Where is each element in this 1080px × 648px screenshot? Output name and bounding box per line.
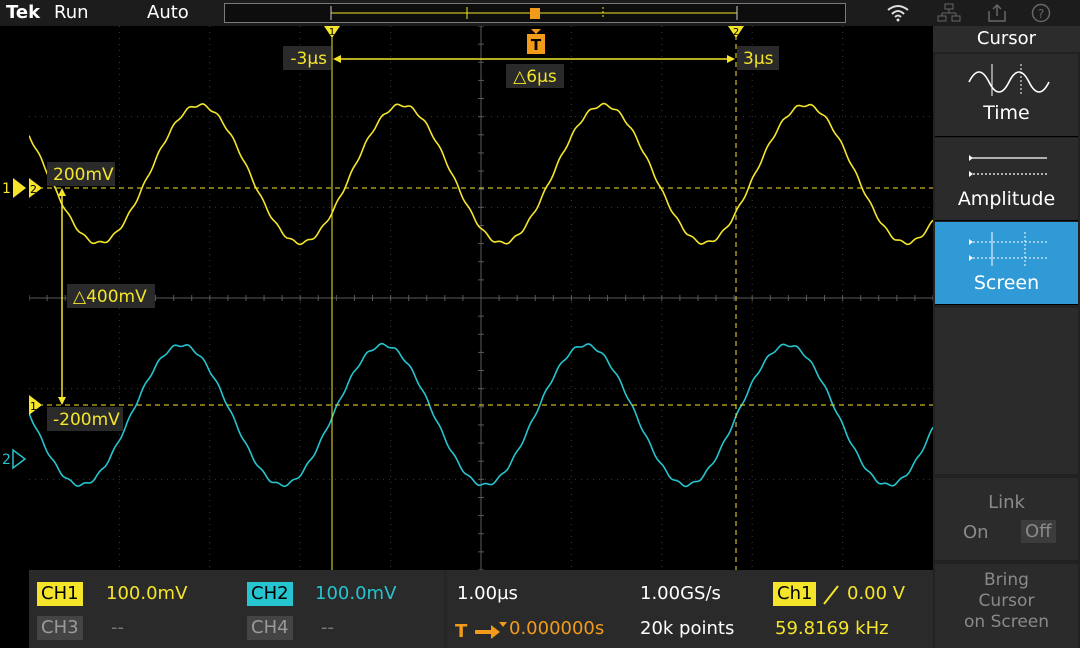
ch1-offset-label: 1 <box>2 181 11 197</box>
link-toggle[interactable]: Link On Off <box>935 478 1078 560</box>
amp-cursor-2-readout: 200mV <box>47 162 115 186</box>
link-off-option[interactable]: Off <box>1021 520 1056 543</box>
record-length[interactable]: 20k points <box>640 617 734 641</box>
delta-amplitude-readout: △400mV <box>67 284 155 308</box>
amplitude-cursor-button[interactable]: Amplitude <box>935 138 1078 221</box>
svg-text:3µs: 3µs <box>743 49 774 69</box>
sample-rate: 1.00GS/s <box>640 583 721 604</box>
time-label: Time <box>983 102 1030 124</box>
amplitude-cursor-icon <box>969 155 1047 177</box>
amp-cursor-2-marker-label: 2 <box>30 183 37 196</box>
help-icon[interactable]: ? <box>1030 3 1052 23</box>
svg-text:△6µs: △6µs <box>513 67 557 87</box>
svg-text:-3µs: -3µs <box>290 49 327 69</box>
svg-text:200mV: 200mV <box>53 165 114 185</box>
bring-label-2: Cursor <box>978 591 1035 611</box>
bring-label-1: Bring <box>984 570 1029 590</box>
ch3-badge[interactable]: CH3 <box>37 616 83 640</box>
ch4-scale: -- <box>321 617 334 638</box>
screen-cursor-button[interactable]: Screen <box>935 222 1078 305</box>
trigger-level[interactable]: 0.00 V <box>847 582 905 606</box>
ch1-badge[interactable]: CH1 <box>37 582 83 606</box>
bring-cursor-on-screen-button[interactable]: Bring Cursor on Screen <box>935 564 1078 648</box>
sine-time-cursor-icon <box>968 64 1050 96</box>
svg-text:?: ? <box>1038 7 1044 21</box>
ch3-scale: -- <box>111 617 124 638</box>
rising-edge-icon <box>823 585 839 605</box>
svg-text:T: T <box>455 621 468 640</box>
cursor-side-menu: Cursor Time Amplitude Screen Link On Off… <box>933 26 1080 648</box>
svg-text:1: 1 <box>329 27 335 38</box>
time-cursor-button[interactable]: Time <box>935 54 1078 137</box>
bottom-readout-bar: CH1 100.0mV CH2 100.0mV CH3 -- CH4 -- 1.… <box>29 570 933 648</box>
svg-text:-200mV: -200mV <box>53 410 120 430</box>
amp-cursor-1-readout: -200mV <box>47 407 123 431</box>
side-menu-blank <box>935 308 1078 474</box>
amp-cursor-1-marker-label: 1 <box>30 400 37 413</box>
ch2-scale[interactable]: 100.0mV <box>315 582 396 606</box>
horizontal-delay[interactable]: 0.000000s <box>509 617 604 641</box>
time-cursor-1-readout: -3µs <box>283 46 331 70</box>
record-view-bar[interactable] <box>224 3 846 23</box>
left-markers: 1 2 1 2 <box>2 178 42 470</box>
horizontal-scale[interactable]: 1.00µs <box>457 582 518 606</box>
screen-label: Screen <box>973 272 1040 294</box>
bring-label-3: on Screen <box>963 612 1050 632</box>
amplitude-label: Amplitude <box>957 188 1056 210</box>
link-label: Link <box>988 492 1025 513</box>
run-stop-status[interactable]: Run <box>54 2 89 23</box>
network-icon[interactable] <box>937 3 961 23</box>
screen-cursor-icon <box>969 232 1047 266</box>
ch1-offset-arrow[interactable] <box>13 178 26 198</box>
trigger-mode-status[interactable]: Auto <box>147 2 189 23</box>
trigger-frequency: 59.8169 kHz <box>775 618 889 639</box>
waveform-display[interactable]: 1 2 T -3µs 3µs △6µs 200mV -200mV △400mV <box>29 26 933 570</box>
wifi-icon[interactable] <box>886 3 909 23</box>
channel-panel: CH1 100.0mV CH2 100.0mV CH3 -- CH4 -- <box>29 570 444 648</box>
time-cursor-2-readout: 3µs <box>737 46 779 70</box>
ch4-badge[interactable]: CH4 <box>247 616 293 640</box>
svg-text:△400mV: △400mV <box>73 287 147 307</box>
ch2-badge[interactable]: CH2 <box>247 582 293 606</box>
svg-text:2: 2 <box>733 27 739 38</box>
ch2-offset-label: 2 <box>2 452 11 468</box>
brand-logo: Tek <box>6 2 41 23</box>
ch1-scale[interactable]: 100.0mV <box>106 582 187 606</box>
side-menu-title: Cursor <box>933 26 1080 52</box>
export-icon[interactable] <box>985 3 1007 23</box>
svg-text:T: T <box>531 36 542 54</box>
link-on-option[interactable]: On <box>963 522 989 543</box>
top-status-bar: Tek Run Auto ? <box>0 0 1080 26</box>
trigger-source-badge[interactable]: Ch1 <box>773 582 817 606</box>
ch2-offset-arrow[interactable] <box>12 448 27 470</box>
delta-time-readout: △6µs <box>506 64 564 88</box>
horizontal-trigger-panel[interactable]: 1.00µs 1.00GS/s Ch1 0.00 V T 0.000000s 2… <box>447 570 933 648</box>
trigger-delay-icon: T <box>455 621 507 640</box>
